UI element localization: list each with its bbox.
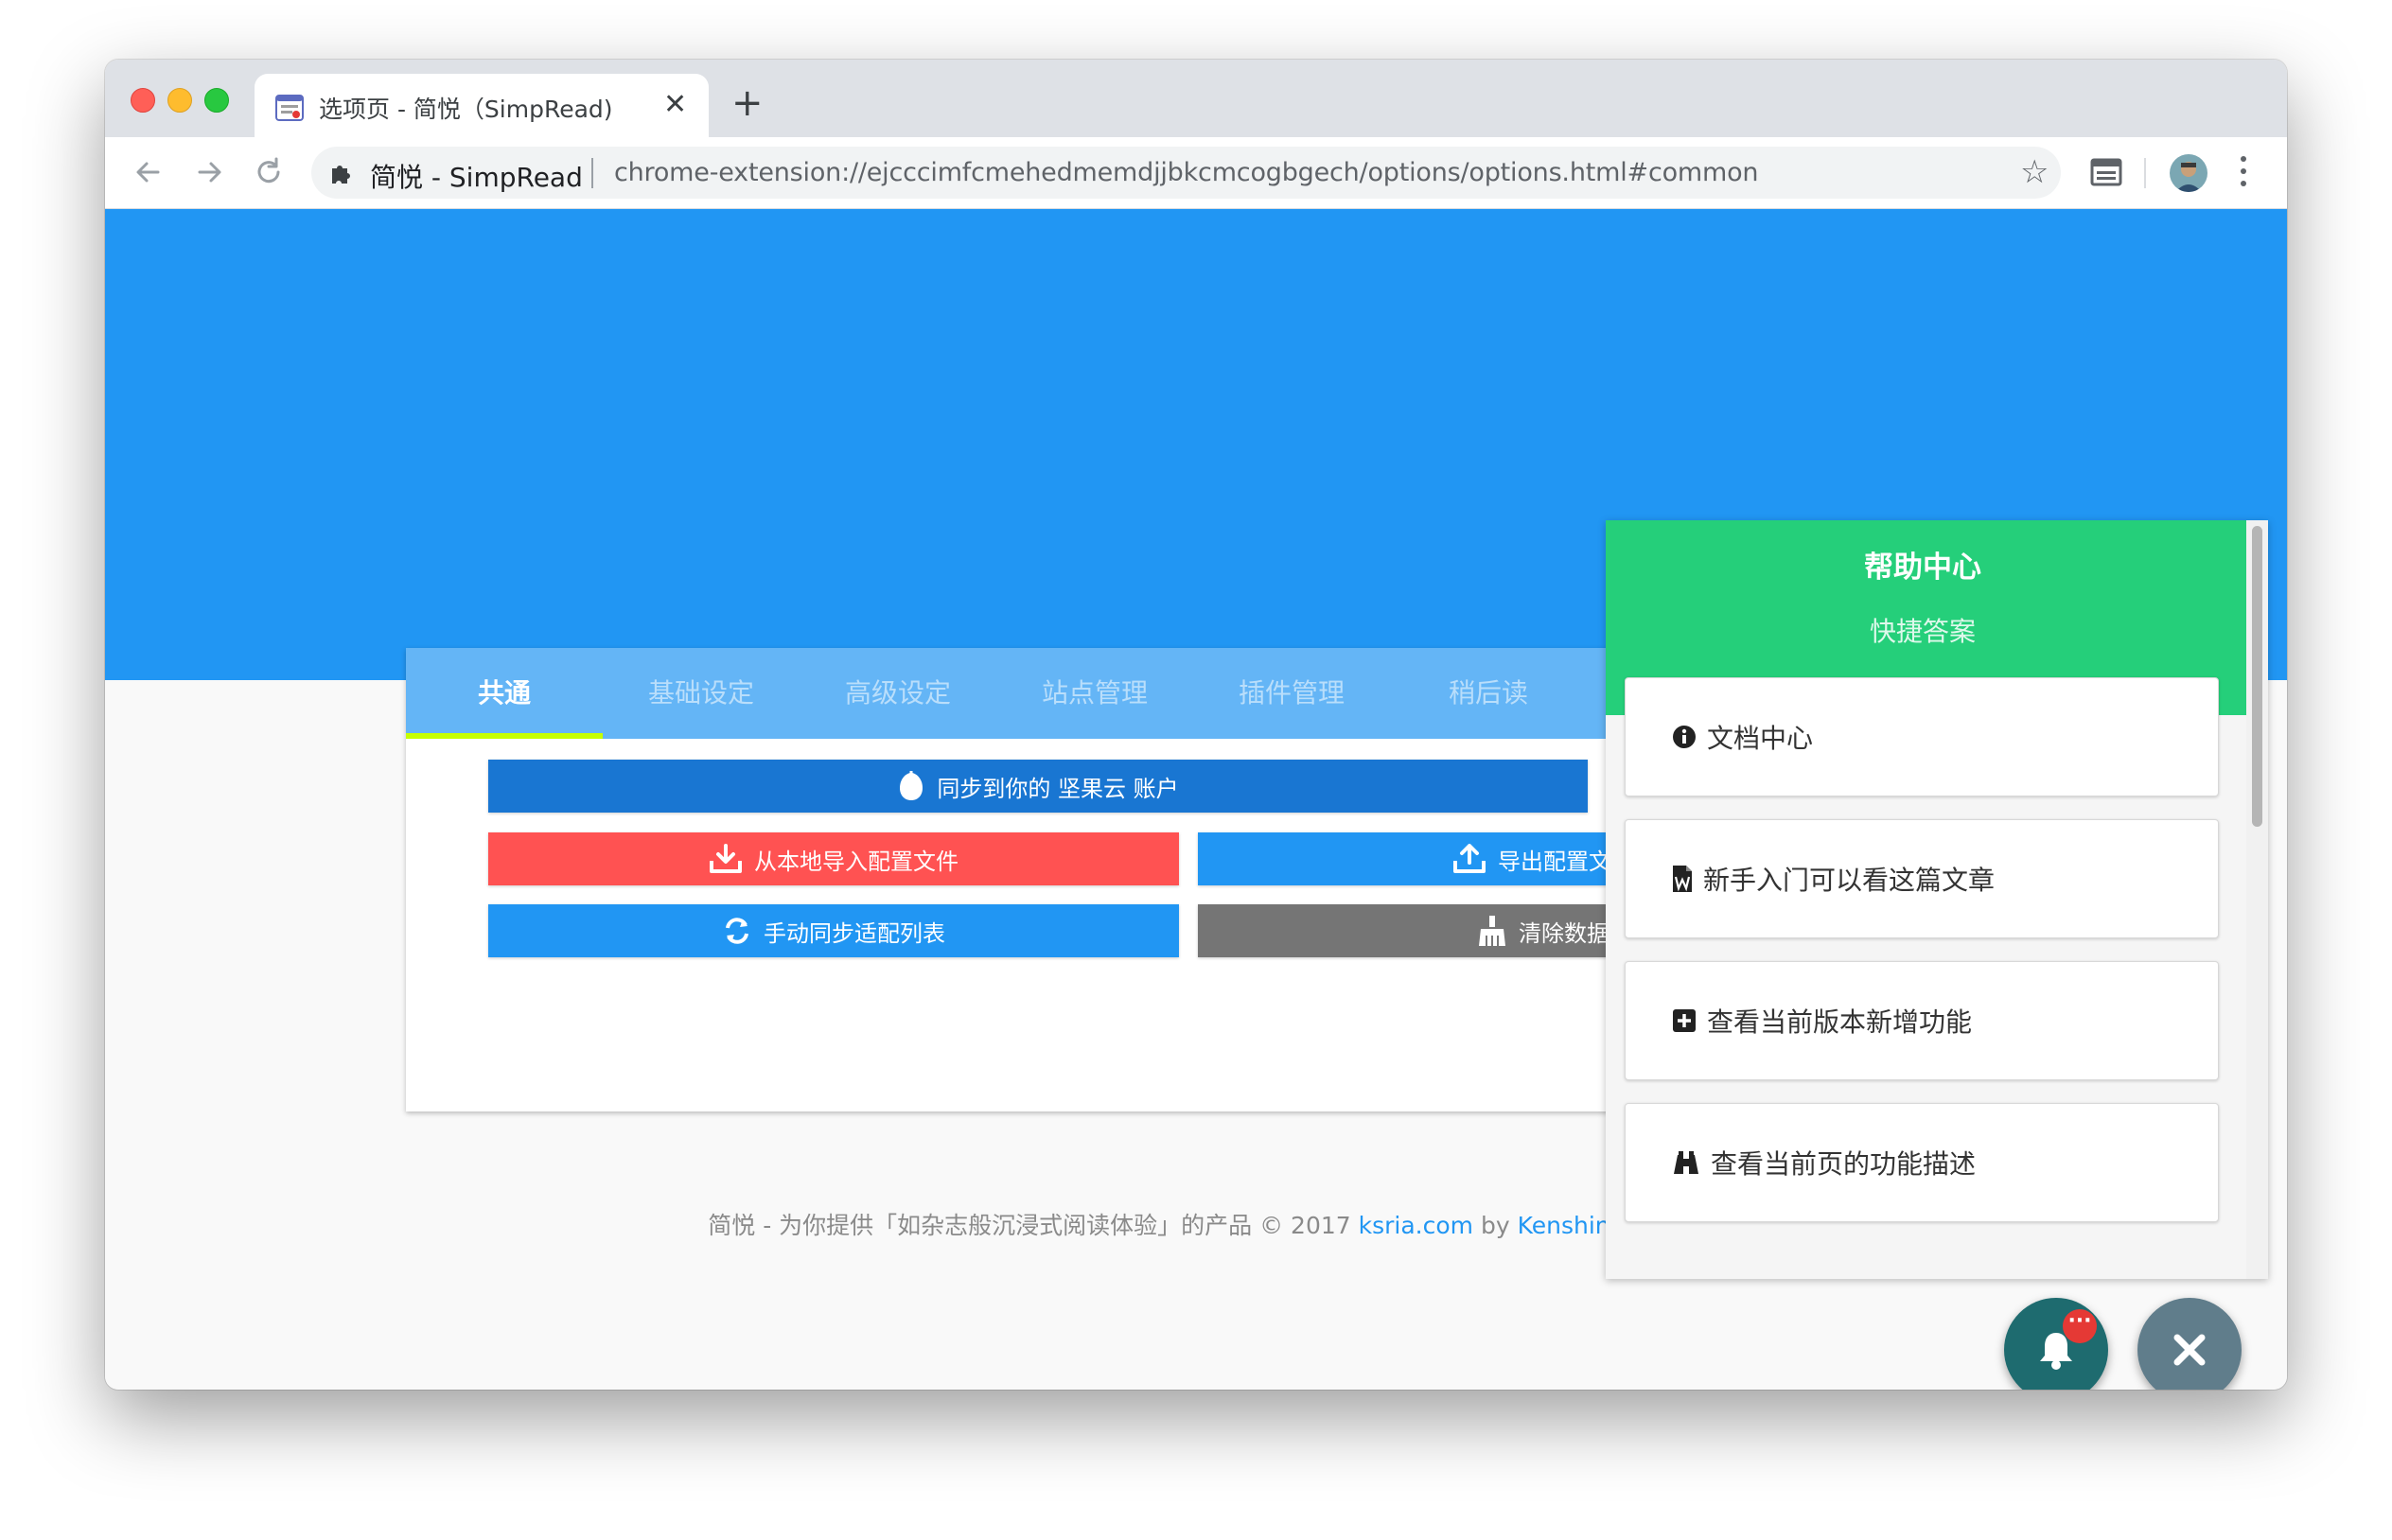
forward-arrow-icon[interactable] (190, 153, 228, 191)
help-item-label: 文档中心 (1707, 723, 1814, 754)
help-item-label: 新手入门可以看这篇文章 (1703, 865, 1996, 896)
minimize-window-button[interactable] (167, 88, 192, 113)
options-page: 同步到你的 坚果云 账户 从本地导入配置文件 导出配置文件 手动同步适配列表 清… (105, 209, 2287, 1390)
word-file-icon (1673, 866, 1692, 892)
upload-tray-icon (1453, 844, 1486, 873)
help-item-getting-started[interactable]: 新手入门可以看这篇文章 (1625, 819, 2219, 938)
browser-toolbar: 简悦 - SimpRead chrome-extension://ejcccim… (105, 137, 2287, 209)
footer-by: by (1473, 1212, 1518, 1239)
info-circle-icon (1673, 726, 1696, 748)
refresh-icon (726, 918, 748, 944)
notification-button[interactable]: ··· (2004, 1298, 2108, 1390)
help-title: 帮助中心 (1864, 551, 1981, 585)
tab-plugin-management[interactable]: 插件管理 (1193, 648, 1390, 739)
manual-sync-button[interactable]: 手动同步适配列表 (488, 904, 1179, 957)
url-text[interactable]: chrome-extension://ejcccimfcmehedmemdjjb… (614, 158, 1759, 187)
notification-badge: ··· (2063, 1309, 2097, 1343)
settings-tabs: 共通 基础设定 高级设定 站点管理 插件管理 稍后读 (406, 648, 1693, 739)
zoom-window-button[interactable] (204, 88, 229, 113)
download-tray-icon (710, 844, 742, 873)
bookmark-star-icon[interactable]: ☆ (2020, 154, 2049, 190)
active-tab-indicator (406, 733, 603, 739)
help-subtitle: 快捷答案 (1869, 616, 1976, 647)
omnibox-divider (591, 158, 593, 188)
tab-basic-settings[interactable]: 基础设定 (603, 648, 800, 739)
reader-mode-icon[interactable] (2089, 155, 2123, 189)
clear-data-label: 清除数据 (1519, 919, 1609, 947)
close-icon (2173, 1334, 2206, 1366)
reload-icon[interactable] (250, 153, 288, 191)
tab-strip: 选项页 - 简悦（SimpRead) ✕ + (105, 60, 2287, 137)
browser-window: 选项页 - 简悦（SimpRead) ✕ + 简悦 - SimpRead chr… (105, 60, 2287, 1390)
puzzle-piece-icon (332, 166, 350, 184)
binoculars-icon (1674, 1151, 1698, 1174)
close-fab-button[interactable] (2137, 1298, 2242, 1390)
browser-tab[interactable]: 选项页 - 简悦（SimpRead) ✕ (255, 74, 709, 137)
tab-common[interactable]: 共通 (406, 648, 603, 739)
tab-title: 选项页 - 简悦（SimpRead) (319, 96, 613, 123)
import-config-label: 从本地导入配置文件 (754, 848, 959, 875)
help-scrollbar-thumb[interactable] (2252, 526, 2262, 827)
tab-advanced-settings[interactable]: 高级设定 (800, 648, 996, 739)
broom-icon (1479, 916, 1505, 946)
help-item-docs[interactable]: 文档中心 (1625, 677, 2219, 796)
sync-jianguoyun-button[interactable]: 同步到你的 坚果云 账户 (488, 760, 1588, 813)
profile-avatar[interactable] (2170, 154, 2207, 192)
help-item-label: 查看当前版本新增功能 (1707, 1006, 1973, 1038)
help-item-label: 查看当前页的功能描述 (1711, 1148, 1977, 1180)
import-config-button[interactable]: 从本地导入配置文件 (488, 832, 1179, 885)
tab-read-later[interactable]: 稍后读 (1390, 648, 1587, 739)
browser-menu-icon[interactable] (2239, 156, 2248, 190)
tab-site-management[interactable]: 站点管理 (996, 648, 1193, 739)
site-link[interactable]: ksria.com (1359, 1212, 1473, 1239)
plus-square-icon (1673, 1009, 1696, 1032)
new-tab-button[interactable]: + (731, 84, 764, 122)
address-bar[interactable]: 简悦 - SimpRead chrome-extension://ejcccim… (311, 147, 2061, 199)
nut-icon (900, 771, 923, 800)
simpread-favicon-icon (275, 95, 304, 121)
manual-sync-label: 手动同步适配列表 (764, 919, 945, 947)
footer-text: 简悦 - 为你提供「如杂志般沉浸式阅读体验」的产品 © 2017 (708, 1212, 1359, 1239)
help-scrollbar[interactable] (2246, 520, 2268, 1279)
back-arrow-icon[interactable] (130, 153, 167, 191)
toolbar-divider (2144, 158, 2146, 188)
help-center-panel: 帮助中心 快捷答案 文档中心 新手入门可以看这篇文章 查看当前版本新增功能 查看… (1606, 520, 2268, 1279)
tab-close-icon[interactable]: ✕ (663, 89, 687, 121)
close-window-button[interactable] (131, 88, 155, 113)
help-item-new-features[interactable]: 查看当前版本新增功能 (1625, 961, 2219, 1080)
sync-jianguoyun-label: 同步到你的 坚果云 账户 (937, 775, 1179, 802)
help-item-page-features[interactable]: 查看当前页的功能描述 (1625, 1103, 2219, 1222)
site-name: 简悦 - SimpRead (370, 162, 583, 193)
